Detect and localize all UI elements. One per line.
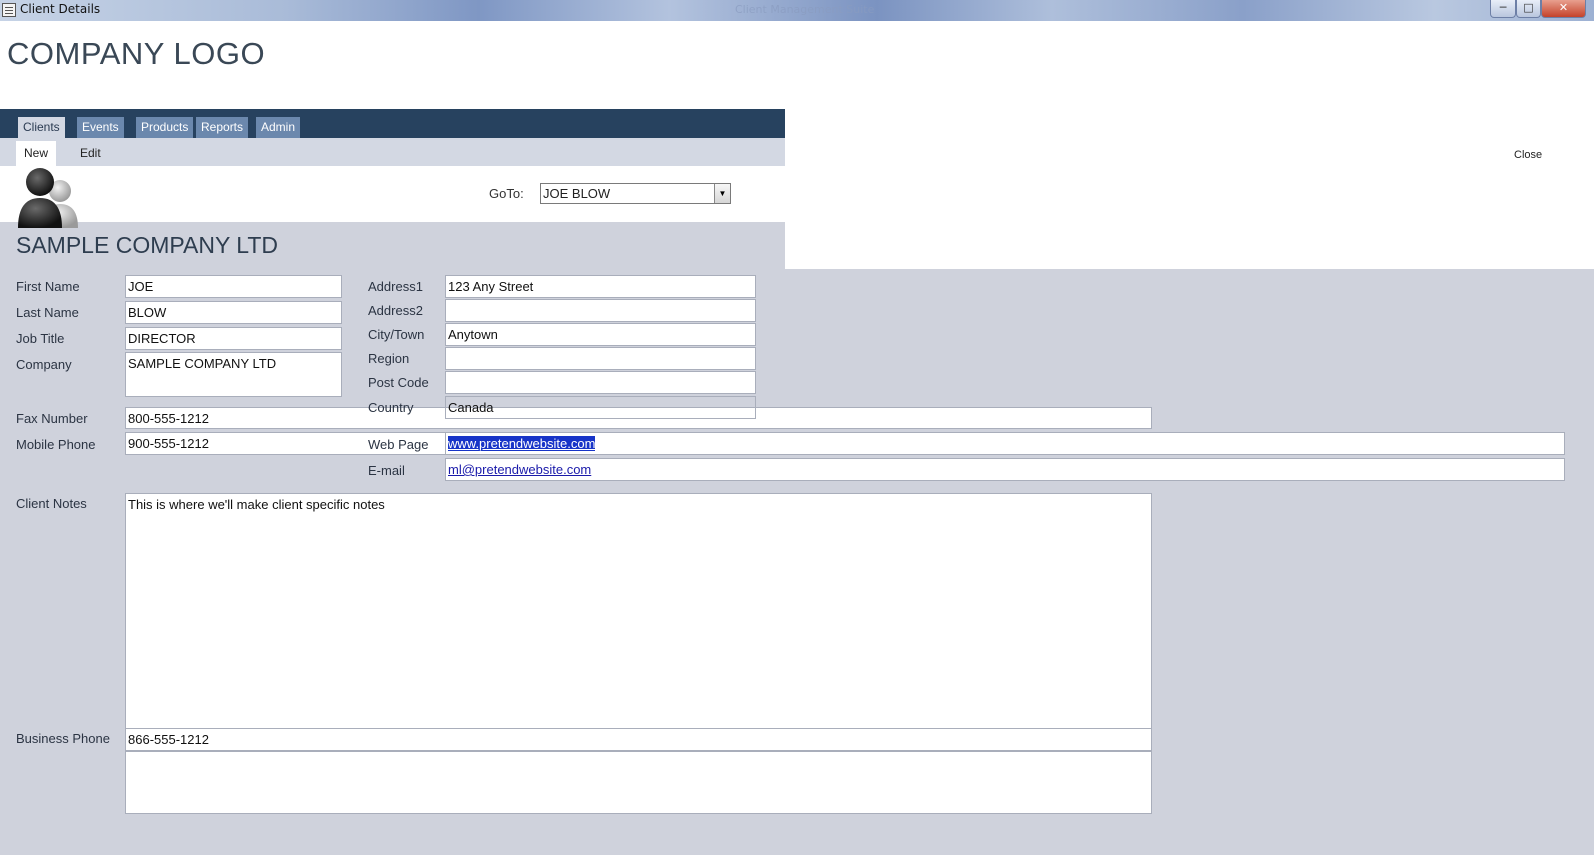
window-titlebar: Client Details Client Management Suite ─… bbox=[0, 0, 1594, 21]
company-heading: SAMPLE COMPANY LTD bbox=[16, 232, 279, 258]
tab-events[interactable]: Events bbox=[77, 117, 124, 138]
header-area-right bbox=[785, 109, 1594, 269]
additional-notes-field[interactable] bbox=[125, 751, 1152, 814]
window-title: Client Details bbox=[20, 2, 101, 16]
city-field[interactable]: Anytown bbox=[445, 323, 756, 346]
app-icon bbox=[2, 3, 16, 17]
tab-reports[interactable]: Reports bbox=[196, 117, 249, 138]
goto-label: GoTo: bbox=[489, 186, 524, 201]
country-label: Country bbox=[368, 400, 414, 415]
tab-clients[interactable]: Clients bbox=[18, 117, 65, 138]
mobile-phone-label: Mobile Phone bbox=[16, 437, 96, 452]
user-icon bbox=[18, 168, 78, 228]
email-label: E-mail bbox=[368, 463, 405, 478]
region-field[interactable] bbox=[445, 347, 756, 370]
business-phone-label: Business Phone bbox=[16, 731, 110, 746]
goto-select[interactable]: JOE BLOW ▼ bbox=[540, 183, 731, 204]
post-code-field[interactable] bbox=[445, 371, 756, 394]
main-navigation: Clients Events Products Reports Admin bbox=[0, 109, 785, 138]
fax-number-label: Fax Number bbox=[16, 411, 88, 426]
region-label: Region bbox=[368, 351, 410, 366]
sub-navigation: New Edit bbox=[0, 138, 785, 166]
job-title-label: Job Title bbox=[16, 331, 65, 346]
chevron-down-icon[interactable]: ▼ bbox=[714, 184, 730, 203]
company-logo: COMPANY LOGO bbox=[7, 36, 266, 71]
minimize-button[interactable]: ─ bbox=[1490, 0, 1516, 18]
first-name-label: First Name bbox=[16, 279, 80, 294]
first-name-field[interactable]: JOE bbox=[125, 275, 342, 298]
business-phone-field[interactable]: 866-555-1212 bbox=[125, 728, 1152, 751]
web-page-link[interactable]: www.pretendwebsite.com bbox=[448, 436, 596, 451]
window-ghost-title: Client Management Suite bbox=[735, 3, 875, 16]
close-button[interactable]: Close bbox=[1514, 149, 1542, 161]
maximize-button[interactable]: □ bbox=[1516, 0, 1541, 18]
address1-field[interactable]: 123 Any Street bbox=[445, 275, 756, 298]
city-label: City/Town bbox=[368, 327, 425, 342]
address2-field[interactable] bbox=[445, 299, 756, 322]
tab-products[interactable]: Products bbox=[136, 117, 194, 138]
email-field[interactable]: ml@pretendwebsite.com bbox=[445, 458, 1565, 481]
job-title-field[interactable]: DIRECTOR bbox=[125, 327, 342, 350]
address1-label: Address1 bbox=[368, 279, 423, 294]
country-field[interactable]: Canada bbox=[445, 396, 756, 419]
web-page-label: Web Page bbox=[368, 437, 429, 452]
last-name-label: Last Name bbox=[16, 305, 79, 320]
subtab-new[interactable]: New bbox=[16, 141, 57, 166]
close-window-button[interactable]: ✕ bbox=[1541, 0, 1586, 18]
address2-label: Address2 bbox=[368, 303, 423, 318]
goto-select-value: JOE BLOW bbox=[543, 186, 611, 201]
company-field[interactable]: SAMPLE COMPANY LTD bbox=[125, 352, 342, 397]
last-name-field[interactable]: BLOW bbox=[125, 301, 342, 324]
tab-admin[interactable]: Admin bbox=[256, 117, 301, 138]
client-notes-label: Client Notes bbox=[16, 496, 87, 511]
email-link[interactable]: ml@pretendwebsite.com bbox=[448, 462, 591, 477]
client-notes-field[interactable]: This is where we'll make client specific… bbox=[125, 493, 1152, 729]
web-page-field[interactable]: www.pretendwebsite.com bbox=[445, 432, 1565, 455]
post-code-label: Post Code bbox=[368, 375, 429, 390]
company-label: Company bbox=[16, 357, 72, 372]
subtab-edit[interactable]: Edit bbox=[72, 141, 109, 166]
